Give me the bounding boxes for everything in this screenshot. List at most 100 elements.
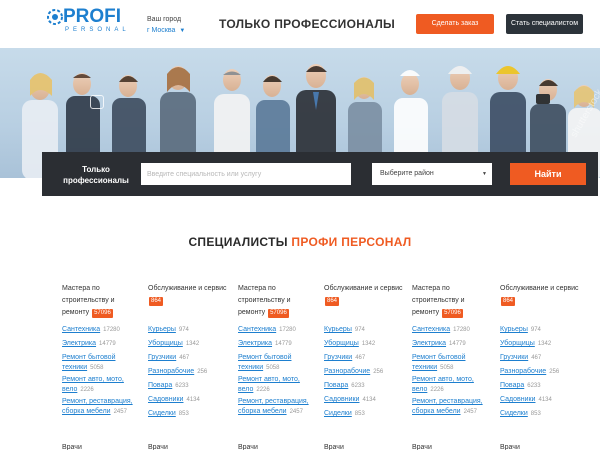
- become-specialist-button[interactable]: Стать специалистом: [506, 14, 583, 34]
- category-list-item: Грузчики 467: [500, 351, 580, 365]
- category-count: 974: [530, 327, 541, 333]
- site-header: PROFI PERSONAL Ваш город г Москва ▼ ТОЛЬК…: [0, 0, 600, 48]
- category-list-item: Ремонт авто, мото, вело 2226: [412, 375, 492, 395]
- specialty-search-input[interactable]: [141, 163, 351, 185]
- next-category-heading[interactable]: Врачи: [148, 444, 168, 450]
- category-list-item: Садовники 4134: [148, 393, 228, 407]
- category-heading[interactable]: Мастера по строительству и ремонту 57096: [62, 283, 142, 323]
- logo[interactable]: PROFI PERSONAL: [46, 6, 126, 38]
- category-link[interactable]: Грузчики: [324, 354, 352, 361]
- category-heading[interactable]: Мастера по строительству и ремонту 57096: [412, 283, 492, 323]
- category-heading-text: Обслуживание и сервис: [148, 285, 227, 292]
- category-heading[interactable]: Обслуживание и сервис 864: [148, 283, 228, 323]
- category-link[interactable]: Разнорабочие: [148, 368, 194, 375]
- category-count: 974: [354, 327, 365, 333]
- category-column: Мастера по строительству и ремонту 57096…: [412, 283, 492, 419]
- category-count: 14779: [275, 341, 292, 347]
- category-list-item: Сантехника 17280: [238, 323, 318, 337]
- category-link[interactable]: Электрика: [412, 340, 446, 347]
- category-link[interactable]: Садовники: [324, 396, 359, 403]
- category-link[interactable]: Сиделки: [148, 410, 176, 417]
- category-list-item: Уборщицы 1342: [500, 337, 580, 351]
- next-category-heading[interactable]: Врачи: [412, 444, 432, 450]
- find-button[interactable]: Найти: [510, 163, 586, 185]
- category-count: 5058: [90, 365, 104, 371]
- category-column: Мастера по строительству и ремонту 57096…: [238, 283, 318, 419]
- category-count: 974: [178, 327, 189, 333]
- category-link[interactable]: Грузчики: [500, 354, 528, 361]
- category-link[interactable]: Садовники: [500, 396, 535, 403]
- category-column: Обслуживание и сервис 864 Курьеры 974 Уборщ…: [500, 283, 580, 421]
- next-category-heading[interactable]: Врачи: [238, 444, 258, 450]
- city-value[interactable]: г Москва: [147, 27, 175, 34]
- category-link[interactable]: Уборщицы: [148, 340, 183, 347]
- category-link[interactable]: Курьеры: [500, 326, 528, 333]
- category-count-badge: 864: [149, 297, 164, 306]
- category-count: 1342: [361, 341, 376, 347]
- category-heading[interactable]: Обслуживание и сервис 864: [500, 283, 580, 323]
- category-link[interactable]: Ремонт бытовой техники: [62, 354, 115, 371]
- category-count-badge: 864: [501, 297, 516, 306]
- category-list-item: Ремонт бытовой техники 5058: [238, 353, 318, 373]
- category-link[interactable]: Электрика: [62, 340, 96, 347]
- chevron-down-icon: ▼: [482, 171, 487, 177]
- category-link[interactable]: Курьеры: [148, 326, 176, 333]
- category-list-item: Уборщицы 1342: [324, 337, 404, 351]
- category-count: 6233: [527, 383, 541, 389]
- category-count: 853: [354, 411, 365, 417]
- category-list-item: Курьеры 974: [324, 323, 404, 337]
- category-list-item: Сиделки 853: [324, 407, 404, 421]
- category-list-item: Курьеры 974: [148, 323, 228, 337]
- category-link[interactable]: Повара: [500, 382, 524, 389]
- category-link[interactable]: Грузчики: [148, 354, 176, 361]
- category-link[interactable]: Сантехника: [238, 326, 276, 333]
- category-link[interactable]: Ремонт бытовой техники: [412, 354, 465, 371]
- city-selector[interactable]: Ваш город г Москва ▼: [147, 14, 185, 37]
- category-list-item: Сиделки 853: [148, 407, 228, 421]
- category-link[interactable]: Повара: [324, 382, 348, 389]
- city-label: Ваш город: [147, 16, 182, 23]
- category-count: 467: [179, 355, 190, 361]
- category-link[interactable]: Сантехника: [62, 326, 100, 333]
- category-heading[interactable]: Мастера по строительству и ремонту 57096: [238, 283, 318, 323]
- category-list-item: Ремонт бытовой техники 5058: [62, 353, 142, 373]
- category-column: Обслуживание и сервис 864 Курьеры 974 Уборщ…: [148, 283, 228, 421]
- video-toggle-icon[interactable]: [90, 95, 104, 109]
- category-link[interactable]: Уборщицы: [324, 340, 359, 347]
- category-count: 4134: [186, 397, 200, 403]
- category-list-item: Курьеры 974: [500, 323, 580, 337]
- category-count: 17280: [453, 327, 470, 333]
- category-count: 6233: [351, 383, 365, 389]
- district-select[interactable]: Выберите район ▼: [372, 163, 492, 185]
- category-column: Мастера по строительству и ремонту 57096…: [62, 283, 142, 419]
- category-link[interactable]: Разнорабочие: [324, 368, 370, 375]
- category-link[interactable]: Курьеры: [324, 326, 352, 333]
- category-list-item: Электрика 14779: [238, 337, 318, 351]
- category-link[interactable]: Сиделки: [500, 410, 528, 417]
- category-list-item: Повара 6233: [148, 379, 228, 393]
- category-link[interactable]: Уборщицы: [500, 340, 535, 347]
- category-heading-text: Обслуживание и сервис: [500, 285, 579, 292]
- category-count: 2457: [113, 409, 127, 415]
- category-count: 853: [178, 411, 189, 417]
- category-link[interactable]: Садовники: [148, 396, 183, 403]
- next-category-heading[interactable]: Врачи: [324, 444, 344, 450]
- next-category-heading[interactable]: Врачи: [500, 444, 520, 450]
- category-list-item: Сантехника 17280: [412, 323, 492, 337]
- category-list-item: Ремонт бытовой техники 5058: [412, 353, 492, 373]
- category-link[interactable]: Сиделки: [324, 410, 352, 417]
- category-link[interactable]: Повара: [148, 382, 172, 389]
- category-link[interactable]: Сантехника: [412, 326, 450, 333]
- category-count: 853: [530, 411, 541, 417]
- make-order-button[interactable]: Сделать заказ: [416, 14, 494, 34]
- category-link[interactable]: Электрика: [238, 340, 272, 347]
- next-category-heading[interactable]: Врачи: [62, 444, 82, 450]
- category-link[interactable]: Ремонт бытовой техники: [238, 354, 291, 371]
- category-count: 5058: [266, 365, 280, 371]
- category-heading[interactable]: Обслуживание и сервис 864: [324, 283, 404, 323]
- category-list-item: Ремонт авто, мото, вело 2226: [238, 375, 318, 395]
- category-list-item: Разнорабочие 256: [500, 365, 580, 379]
- header-tagline: ТОЛЬКО ПРОФЕССИОНАЛЫ: [219, 17, 396, 31]
- category-link[interactable]: Разнорабочие: [500, 368, 546, 375]
- section-title: СПЕЦИАЛИСТЫ ПРОФИ ПЕРСОНАЛ: [0, 235, 600, 249]
